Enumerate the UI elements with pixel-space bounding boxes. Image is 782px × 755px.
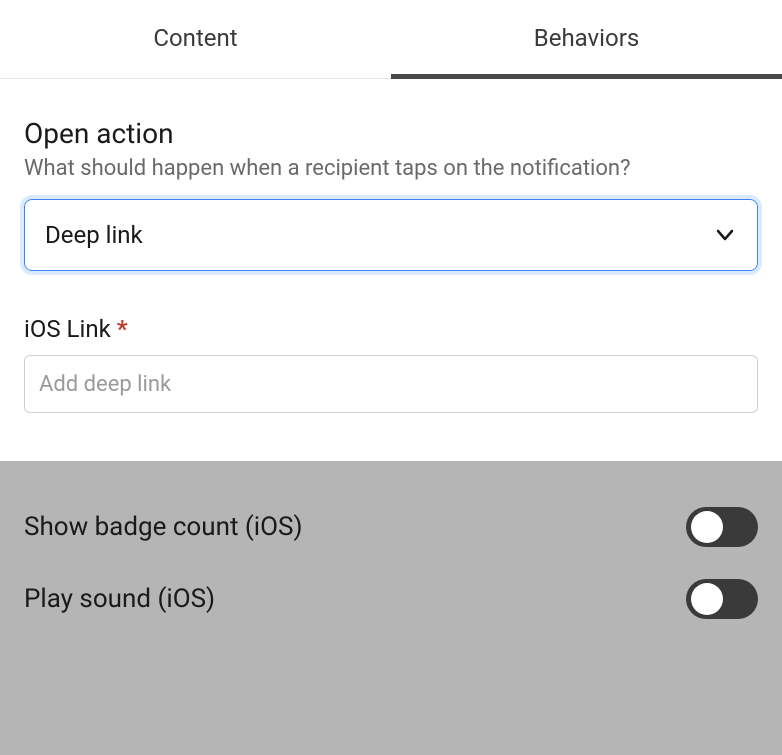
open-action-title: Open action xyxy=(24,117,758,150)
tab-content[interactable]: Content xyxy=(0,0,391,78)
ios-link-label-text: iOS Link xyxy=(24,315,111,343)
toggle-knob xyxy=(691,511,723,543)
open-action-section: Open action What should happen when a re… xyxy=(0,79,782,461)
toggle-sound[interactable] xyxy=(686,579,758,619)
tab-content-label: Content xyxy=(153,24,237,52)
chevron-down-icon xyxy=(713,223,737,247)
open-action-description: What should happen when a recipient taps… xyxy=(24,156,758,181)
option-row-sound: Play sound (iOS) xyxy=(24,563,758,635)
toggle-knob xyxy=(691,583,723,615)
ios-link-input[interactable] xyxy=(24,355,758,413)
tabs: Content Behaviors xyxy=(0,0,782,79)
toggle-badge[interactable] xyxy=(686,507,758,547)
ios-link-field: iOS Link * xyxy=(24,315,758,413)
options-panel: Show badge count (iOS) Play sound (iOS) xyxy=(0,461,782,755)
option-badge-label: Show badge count (iOS) xyxy=(24,512,303,542)
open-action-select[interactable]: Deep link xyxy=(24,199,758,271)
tab-behaviors-label: Behaviors xyxy=(534,24,639,52)
ios-link-label: iOS Link * xyxy=(24,315,758,343)
open-action-select-value: Deep link xyxy=(45,221,143,249)
required-marker: * xyxy=(117,315,128,343)
tab-behaviors[interactable]: Behaviors xyxy=(391,0,782,78)
option-sound-label: Play sound (iOS) xyxy=(24,584,215,614)
option-row-badge: Show badge count (iOS) xyxy=(24,491,758,563)
